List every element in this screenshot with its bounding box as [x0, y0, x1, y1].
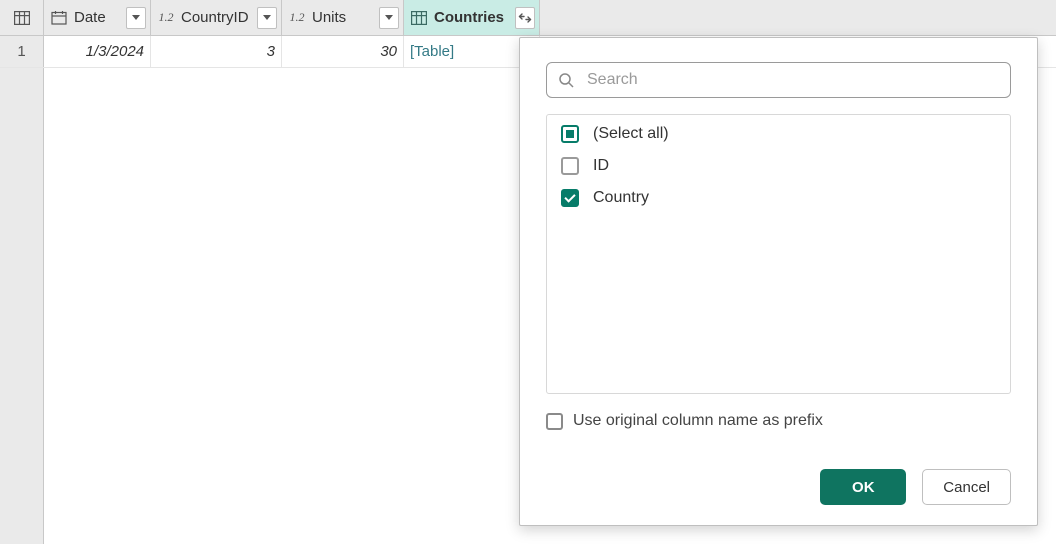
search-icon: [558, 72, 574, 88]
column-header-units[interactable]: 1.2 Units: [282, 0, 404, 35]
checklist-label: (Select all): [593, 125, 669, 143]
column-header-countryid[interactable]: 1.2 CountryID: [151, 0, 282, 35]
column-label: Units: [312, 9, 375, 26]
column-filter-button[interactable]: [379, 7, 399, 29]
column-header-date[interactable]: Date: [44, 0, 151, 35]
checklist-label: ID: [593, 157, 609, 175]
cell-units[interactable]: 30: [282, 36, 404, 67]
checklist-item-id[interactable]: ID: [561, 157, 996, 175]
use-prefix-label: Use original column name as prefix: [573, 412, 823, 430]
number-type-icon: 1.2: [286, 9, 308, 27]
number-type-icon: 1.2: [155, 9, 177, 27]
cancel-button[interactable]: Cancel: [922, 469, 1011, 505]
column-header-countries[interactable]: Countries: [404, 0, 540, 35]
checklist-label: Country: [593, 189, 649, 207]
column-label: Date: [74, 9, 122, 26]
header-spacer: [540, 0, 1056, 35]
row-index-gutter: [0, 68, 44, 544]
column-header-row: Date 1.2 CountryID 1.2 Units Countries: [0, 0, 1056, 36]
popover-button-row: OK Cancel: [546, 447, 1011, 505]
column-checklist: (Select all) ID Country: [546, 114, 1011, 394]
column-filter-button[interactable]: [257, 7, 277, 29]
calendar-icon: [48, 9, 70, 27]
expand-column-popover: (Select all) ID Country Use original col…: [519, 37, 1038, 526]
grid-corner-cell[interactable]: [0, 0, 44, 35]
expand-column-button[interactable]: [515, 7, 535, 29]
chevron-down-icon: [132, 15, 140, 20]
ok-button[interactable]: OK: [820, 469, 906, 505]
cell-date[interactable]: 1/3/2024: [44, 36, 151, 67]
table-icon: [11, 9, 33, 27]
row-index-cell[interactable]: 1: [0, 36, 44, 67]
expand-icon: [518, 12, 532, 24]
column-filter-button[interactable]: [126, 7, 146, 29]
search-input[interactable]: [546, 62, 1011, 98]
checkbox-unchecked-icon: [546, 413, 563, 430]
checkbox-unchecked-icon: [561, 157, 579, 175]
column-label: CountryID: [181, 9, 253, 26]
column-label: Countries: [434, 9, 511, 26]
checkbox-indeterminate-icon: [561, 125, 579, 143]
cell-countryid[interactable]: 3: [151, 36, 282, 67]
checkbox-checked-icon: [561, 189, 579, 207]
checklist-item-select-all[interactable]: (Select all): [561, 125, 996, 143]
table-icon: [408, 9, 430, 27]
search-field-wrap: [546, 62, 1011, 98]
use-prefix-checkbox-row[interactable]: Use original column name as prefix: [546, 412, 1011, 430]
checklist-item-country[interactable]: Country: [561, 189, 996, 207]
chevron-down-icon: [385, 15, 393, 20]
chevron-down-icon: [263, 15, 271, 20]
